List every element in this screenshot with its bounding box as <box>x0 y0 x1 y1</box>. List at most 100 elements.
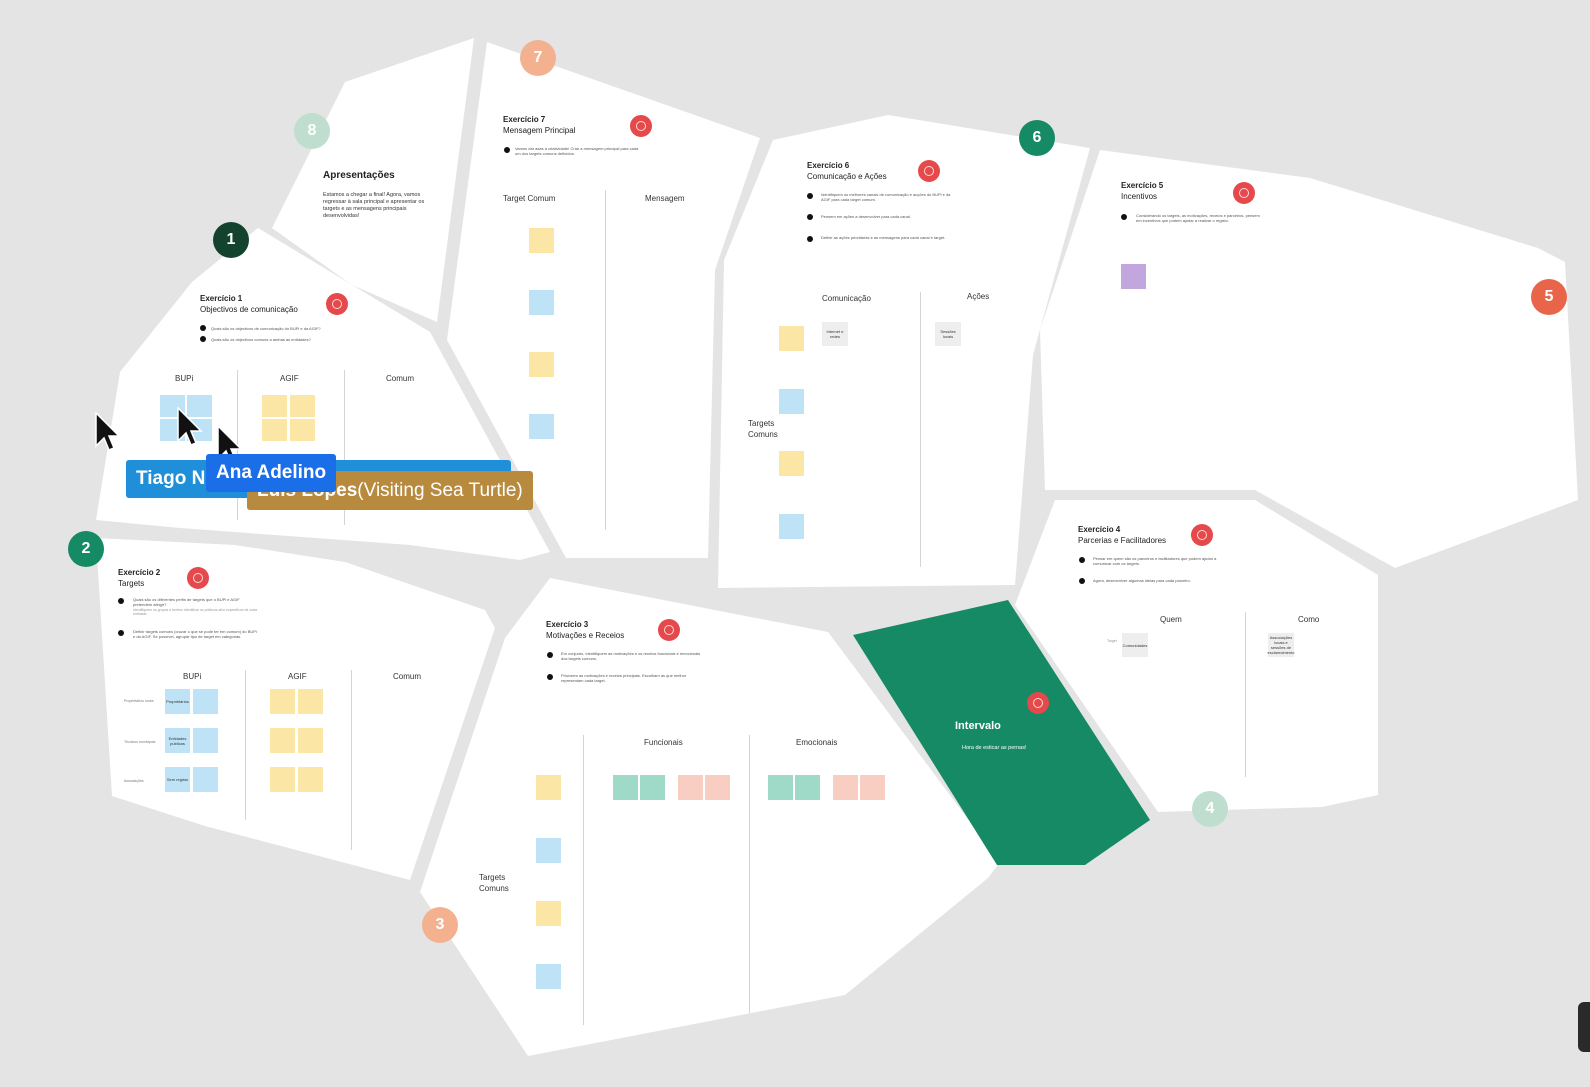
section-badge-2[interactable]: 2 <box>68 531 104 567</box>
section-badge-3[interactable]: 3 <box>422 907 458 943</box>
whiteboard-canvas[interactable]: 1 2 3 4 5 6 7 8 Apresentações Estamos a … <box>0 0 1590 1087</box>
ex1-sticky-yellow-4[interactable] <box>290 419 315 441</box>
ex3-sticky-pink-2[interactable] <box>705 775 730 800</box>
ex3-sticky-teal-4[interactable] <box>795 775 820 800</box>
ex5-bullet-1 <box>1121 214 1127 220</box>
ex3-question-1: Em conjunto, identifiquem as motivações … <box>561 651 701 661</box>
ex3-timer-icon[interactable] <box>658 619 680 641</box>
ex4-timer-icon[interactable] <box>1191 524 1213 546</box>
ex4-title: Parcerias e Facilitadores <box>1078 536 1167 545</box>
ex3-sticky-teal-2[interactable] <box>640 775 665 800</box>
ex4-note-como[interactable]: Associações locais e sessões de esclarec… <box>1268 633 1294 657</box>
ex3-question-2: Priorizem as motivações e receios princi… <box>561 673 687 683</box>
ex7-number: Exercício 7 <box>503 115 546 124</box>
ex7-timer-icon[interactable] <box>630 115 652 137</box>
region-exercise-6[interactable] <box>718 115 1090 588</box>
ex3-sticky-blue-1[interactable] <box>536 838 561 863</box>
ex2-sticky-blue-label-1[interactable]: Proprietários <box>165 689 190 714</box>
ex3-sticky-teal-1[interactable] <box>613 775 638 800</box>
ex3-col-emocionais: Emocionais <box>796 738 838 747</box>
ex2-sticky-yellow-5[interactable] <box>270 767 295 792</box>
ex6-bullet-2 <box>807 214 813 220</box>
section-badge-6[interactable]: 6 <box>1019 120 1055 156</box>
ex1-sticky-yellow-1[interactable] <box>262 395 287 417</box>
ex1-sticky-yellow-3[interactable] <box>262 419 287 441</box>
section-badge-1[interactable]: 1 <box>213 222 249 258</box>
ex6-sticky-blue-1[interactable] <box>779 389 804 414</box>
ex7-bullet-1 <box>504 147 510 153</box>
ex3-sticky-pink-4[interactable] <box>860 775 885 800</box>
ex6-question-2: Pensem em ações a desenvolver para cada … <box>821 214 911 219</box>
ex5-number: Exercício 5 <box>1121 181 1164 190</box>
ex3-sticky-teal-3[interactable] <box>768 775 793 800</box>
ex6-sticky-yellow-1[interactable] <box>779 326 804 351</box>
ex1-timer-icon[interactable] <box>326 293 348 315</box>
section-badge-5[interactable]: 5 <box>1531 279 1567 315</box>
ex6-question-3: Definir as ações prioritárias e as mensa… <box>821 235 946 240</box>
ex2-question-1-note: Identifiquem os grupos e tentem identifi… <box>133 608 257 616</box>
ex1-sticky-yellow-2[interactable] <box>290 395 315 417</box>
ex2-sticky-yellow-2[interactable] <box>298 689 323 714</box>
ex7-sticky-yellow-1[interactable] <box>529 228 554 253</box>
ex6-sticky-blue-2[interactable] <box>779 514 804 539</box>
ex2-sticky-blue-1[interactable] <box>193 689 218 714</box>
board-regions <box>96 38 1578 1056</box>
ex2-sticky-yellow-3[interactable] <box>270 728 295 753</box>
ex3-sticky-pink-1[interactable] <box>678 775 703 800</box>
ex2-sticky-yellow-1[interactable] <box>270 689 295 714</box>
ex7-sticky-blue-2[interactable] <box>529 414 554 439</box>
ex2-sticky-blue-2[interactable] <box>193 728 218 753</box>
ex7-sticky-yellow-2[interactable] <box>529 352 554 377</box>
ex4-question-1: Pensar em quem são os parceiros e facili… <box>1093 556 1217 566</box>
ex6-timer-icon[interactable] <box>918 160 940 182</box>
ex2-sticky-yellow-4[interactable] <box>298 728 323 753</box>
ex2-question-1: Quais são os diferentes perfis de target… <box>133 597 240 607</box>
ex2-bullet-1 <box>118 598 124 604</box>
ex1-col-agif: AGIF <box>280 374 299 383</box>
ex5-question-1: Considerando os targets, as motivações, … <box>1136 213 1260 223</box>
ex5-timer-icon[interactable] <box>1233 182 1255 204</box>
ex7-divider <box>605 190 606 530</box>
section-badge-7[interactable]: 7 <box>520 40 556 76</box>
ex6-note-comunicacao[interactable]: Internet e redes <box>822 322 848 346</box>
ex3-sticky-blue-2[interactable] <box>536 964 561 989</box>
ex6-note-acoes[interactable]: Sessões locais <box>935 322 961 346</box>
ex5-sticky-purple[interactable] <box>1121 264 1146 289</box>
intervalo-timer-icon[interactable] <box>1027 692 1049 714</box>
ex2-row-label-3: Associações <box>124 779 144 783</box>
cursor-pointer-icon <box>95 412 121 451</box>
ex5-title: Incentivos <box>1121 192 1158 201</box>
ex6-title: Comunicação e Ações <box>807 172 887 181</box>
ex7-question-1: Vamos dar asas à criatividade! Criar a m… <box>515 146 639 156</box>
ex2-sticky-blue-3[interactable] <box>193 767 218 792</box>
ex1-number: Exercício 1 <box>200 294 243 303</box>
ex6-row-label: Targets Comuns <box>748 419 778 439</box>
ex2-col-agif: AGIF <box>288 672 307 681</box>
side-panel-handle[interactable] <box>1578 1002 1590 1052</box>
ex4-bullet-1 <box>1079 557 1085 563</box>
ex2-bullet-2 <box>118 630 124 636</box>
ex4-note-quem[interactable]: Comunidades <box>1122 633 1148 657</box>
ex3-sticky-pink-3[interactable] <box>833 775 858 800</box>
ex6-col-acoes: Ações <box>967 292 990 301</box>
ex7-col-mensagem: Mensagem <box>645 194 685 203</box>
ex2-timer-icon[interactable] <box>187 567 209 589</box>
ex2-divider-2 <box>351 670 352 850</box>
ex3-sticky-yellow-1[interactable] <box>536 775 561 800</box>
intervalo-title: Intervalo <box>955 720 1001 732</box>
ex1-bullet-1 <box>200 325 206 331</box>
section-badge-8[interactable]: 8 <box>294 113 330 149</box>
ex2-sticky-blue-label-3[interactable]: Sem registo <box>165 767 190 792</box>
ex4-row-label: Target <box>1107 639 1117 643</box>
region-exercise-2[interactable] <box>96 538 495 880</box>
ex2-sticky-blue-label-2[interactable]: Entidades públicas <box>165 728 190 753</box>
ex7-sticky-blue-1[interactable] <box>529 290 554 315</box>
section-badge-4[interactable]: 4 <box>1192 791 1228 827</box>
ex1-question-2: Quais são os objectivos comuns a ambas a… <box>211 337 311 342</box>
ex4-bullet-2 <box>1079 578 1085 584</box>
ex1-bullet-2 <box>200 336 206 342</box>
ex3-number: Exercício 3 <box>546 620 589 629</box>
ex2-sticky-yellow-6[interactable] <box>298 767 323 792</box>
ex3-sticky-yellow-2[interactable] <box>536 901 561 926</box>
ex6-sticky-yellow-2[interactable] <box>779 451 804 476</box>
